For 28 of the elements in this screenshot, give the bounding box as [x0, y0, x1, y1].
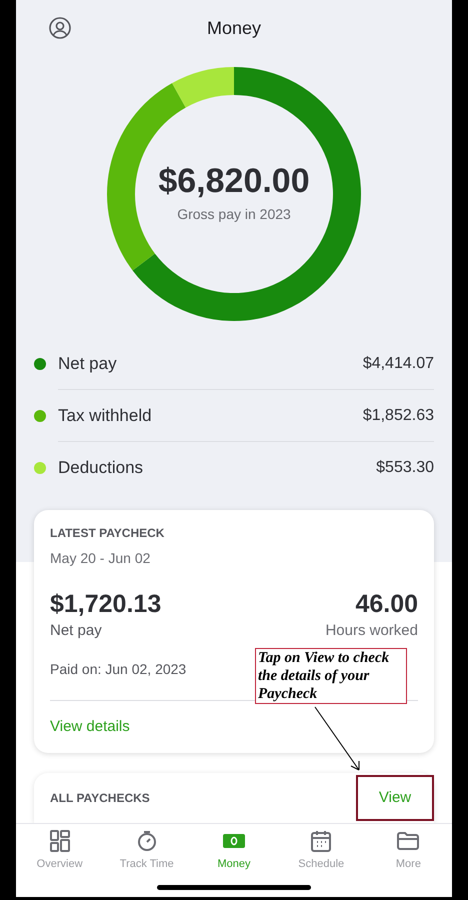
legend-amount: $553.30	[376, 458, 434, 478]
legend-amount: $4,414.07	[362, 354, 434, 374]
annotation-note: Tap on View to check the details of your Paycheck	[255, 648, 407, 704]
legend-label: Tax withheld	[58, 404, 152, 427]
nav-tab[interactable]: Overview	[16, 824, 104, 878]
nav-tab[interactable]: More	[364, 824, 452, 878]
hours-amount: 46.00	[355, 589, 418, 620]
grid-icon	[48, 829, 72, 854]
net-pay-label: Net pay	[50, 621, 103, 642]
profile-icon[interactable]	[49, 17, 71, 39]
view-button[interactable]: View	[356, 775, 434, 821]
legend-label: Net pay	[58, 352, 117, 375]
nav-tab[interactable]: Track Time	[103, 824, 190, 878]
nav-tab[interactable]: Money	[190, 824, 278, 878]
legend-amount: $1,852.63	[362, 406, 434, 426]
card-title: LATEST PAYCHECK	[50, 525, 166, 542]
gross-pay-caption: Gross pay in 2023	[177, 204, 291, 224]
card-title: ALL PAYCHECKS	[50, 790, 150, 807]
legend-label: Deductions	[58, 457, 144, 480]
pay-period: May 20 - Jun 02	[50, 549, 152, 568]
net-pay-amount: $1,720.13	[50, 589, 162, 620]
calendar-icon	[309, 829, 334, 854]
nav-tab[interactable]: Schedule	[278, 824, 365, 878]
paid-on-date: Paid on: Jun 02, 2023	[50, 660, 186, 679]
view-details-link[interactable]: View details	[50, 718, 130, 735]
hours-label: Hours worked	[325, 621, 418, 642]
gross-pay-amount: $6,820.00	[158, 164, 310, 198]
screen-title: Money	[206, 16, 262, 40]
